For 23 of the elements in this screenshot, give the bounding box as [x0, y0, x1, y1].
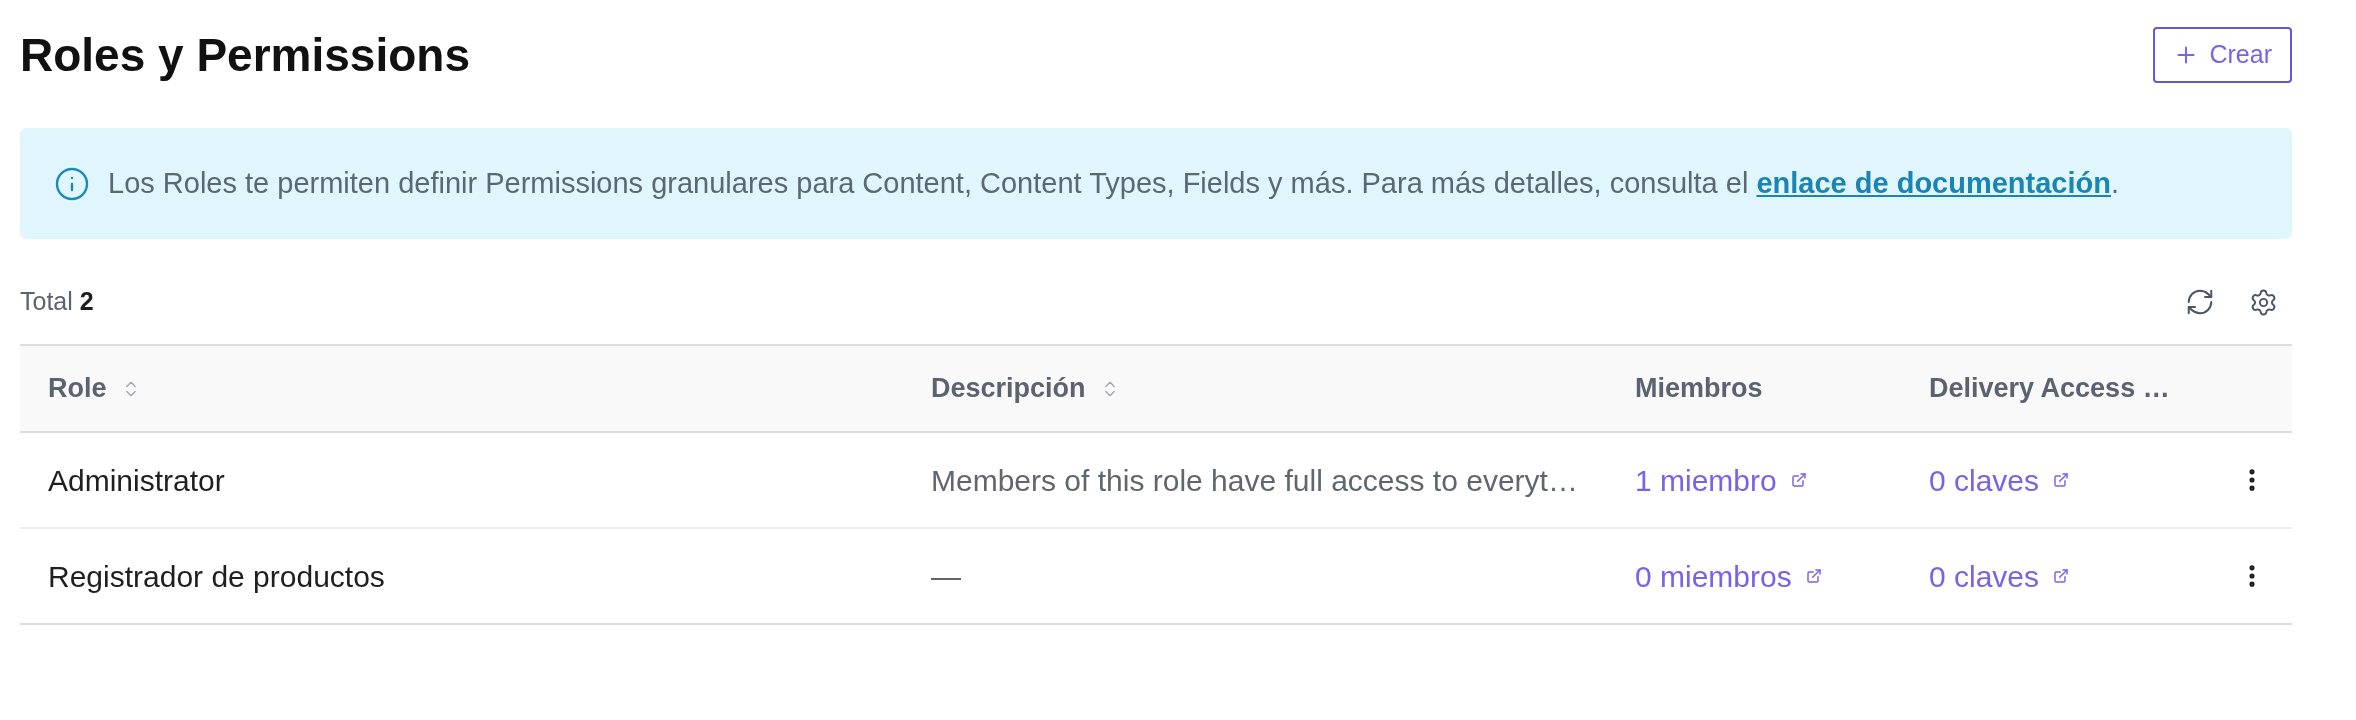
external-link-icon — [1790, 472, 1807, 488]
column-header[interactable]: Role — [48, 368, 141, 409]
total-count: Total 2 — [20, 286, 94, 318]
table-link[interactable]: 1 miembro — [1635, 457, 1807, 503]
table-link[interactable]: 0 claves — [1929, 457, 2070, 503]
external-link-icon — [2053, 472, 2070, 488]
external-link-icon — [2053, 568, 2070, 584]
column-header[interactable]: Descripción — [931, 368, 1120, 409]
table-link[interactable]: 0 claves — [1929, 553, 2070, 599]
column-header: Delivery Access … — [1929, 372, 2170, 406]
create-button[interactable]: Crear — [2153, 27, 2292, 83]
info-text: Los Roles te permiten definir Permissions granulares para Content, Content Types, Fields y más. Para más detalles, consulta el enlace de documentación. — [108, 165, 2120, 201]
external-link-icon — [1805, 568, 1822, 584]
table-cell-text: Administrator — [48, 462, 225, 499]
info-icon — [54, 165, 90, 202]
table-link[interactable]: 0 miembros — [1635, 553, 1822, 599]
refresh-icon[interactable] — [2185, 287, 2215, 317]
table-cell-text: Members of this role have full access to everyt… — [931, 462, 1578, 499]
column-header: Miembros — [1635, 372, 1763, 406]
settings-icon[interactable] — [2249, 287, 2278, 317]
table-cell-text: — — [931, 558, 961, 595]
documentation-link[interactable]: enlace de documentación — [1756, 166, 2111, 199]
table-cell-text: Registrador de productos — [48, 558, 385, 595]
